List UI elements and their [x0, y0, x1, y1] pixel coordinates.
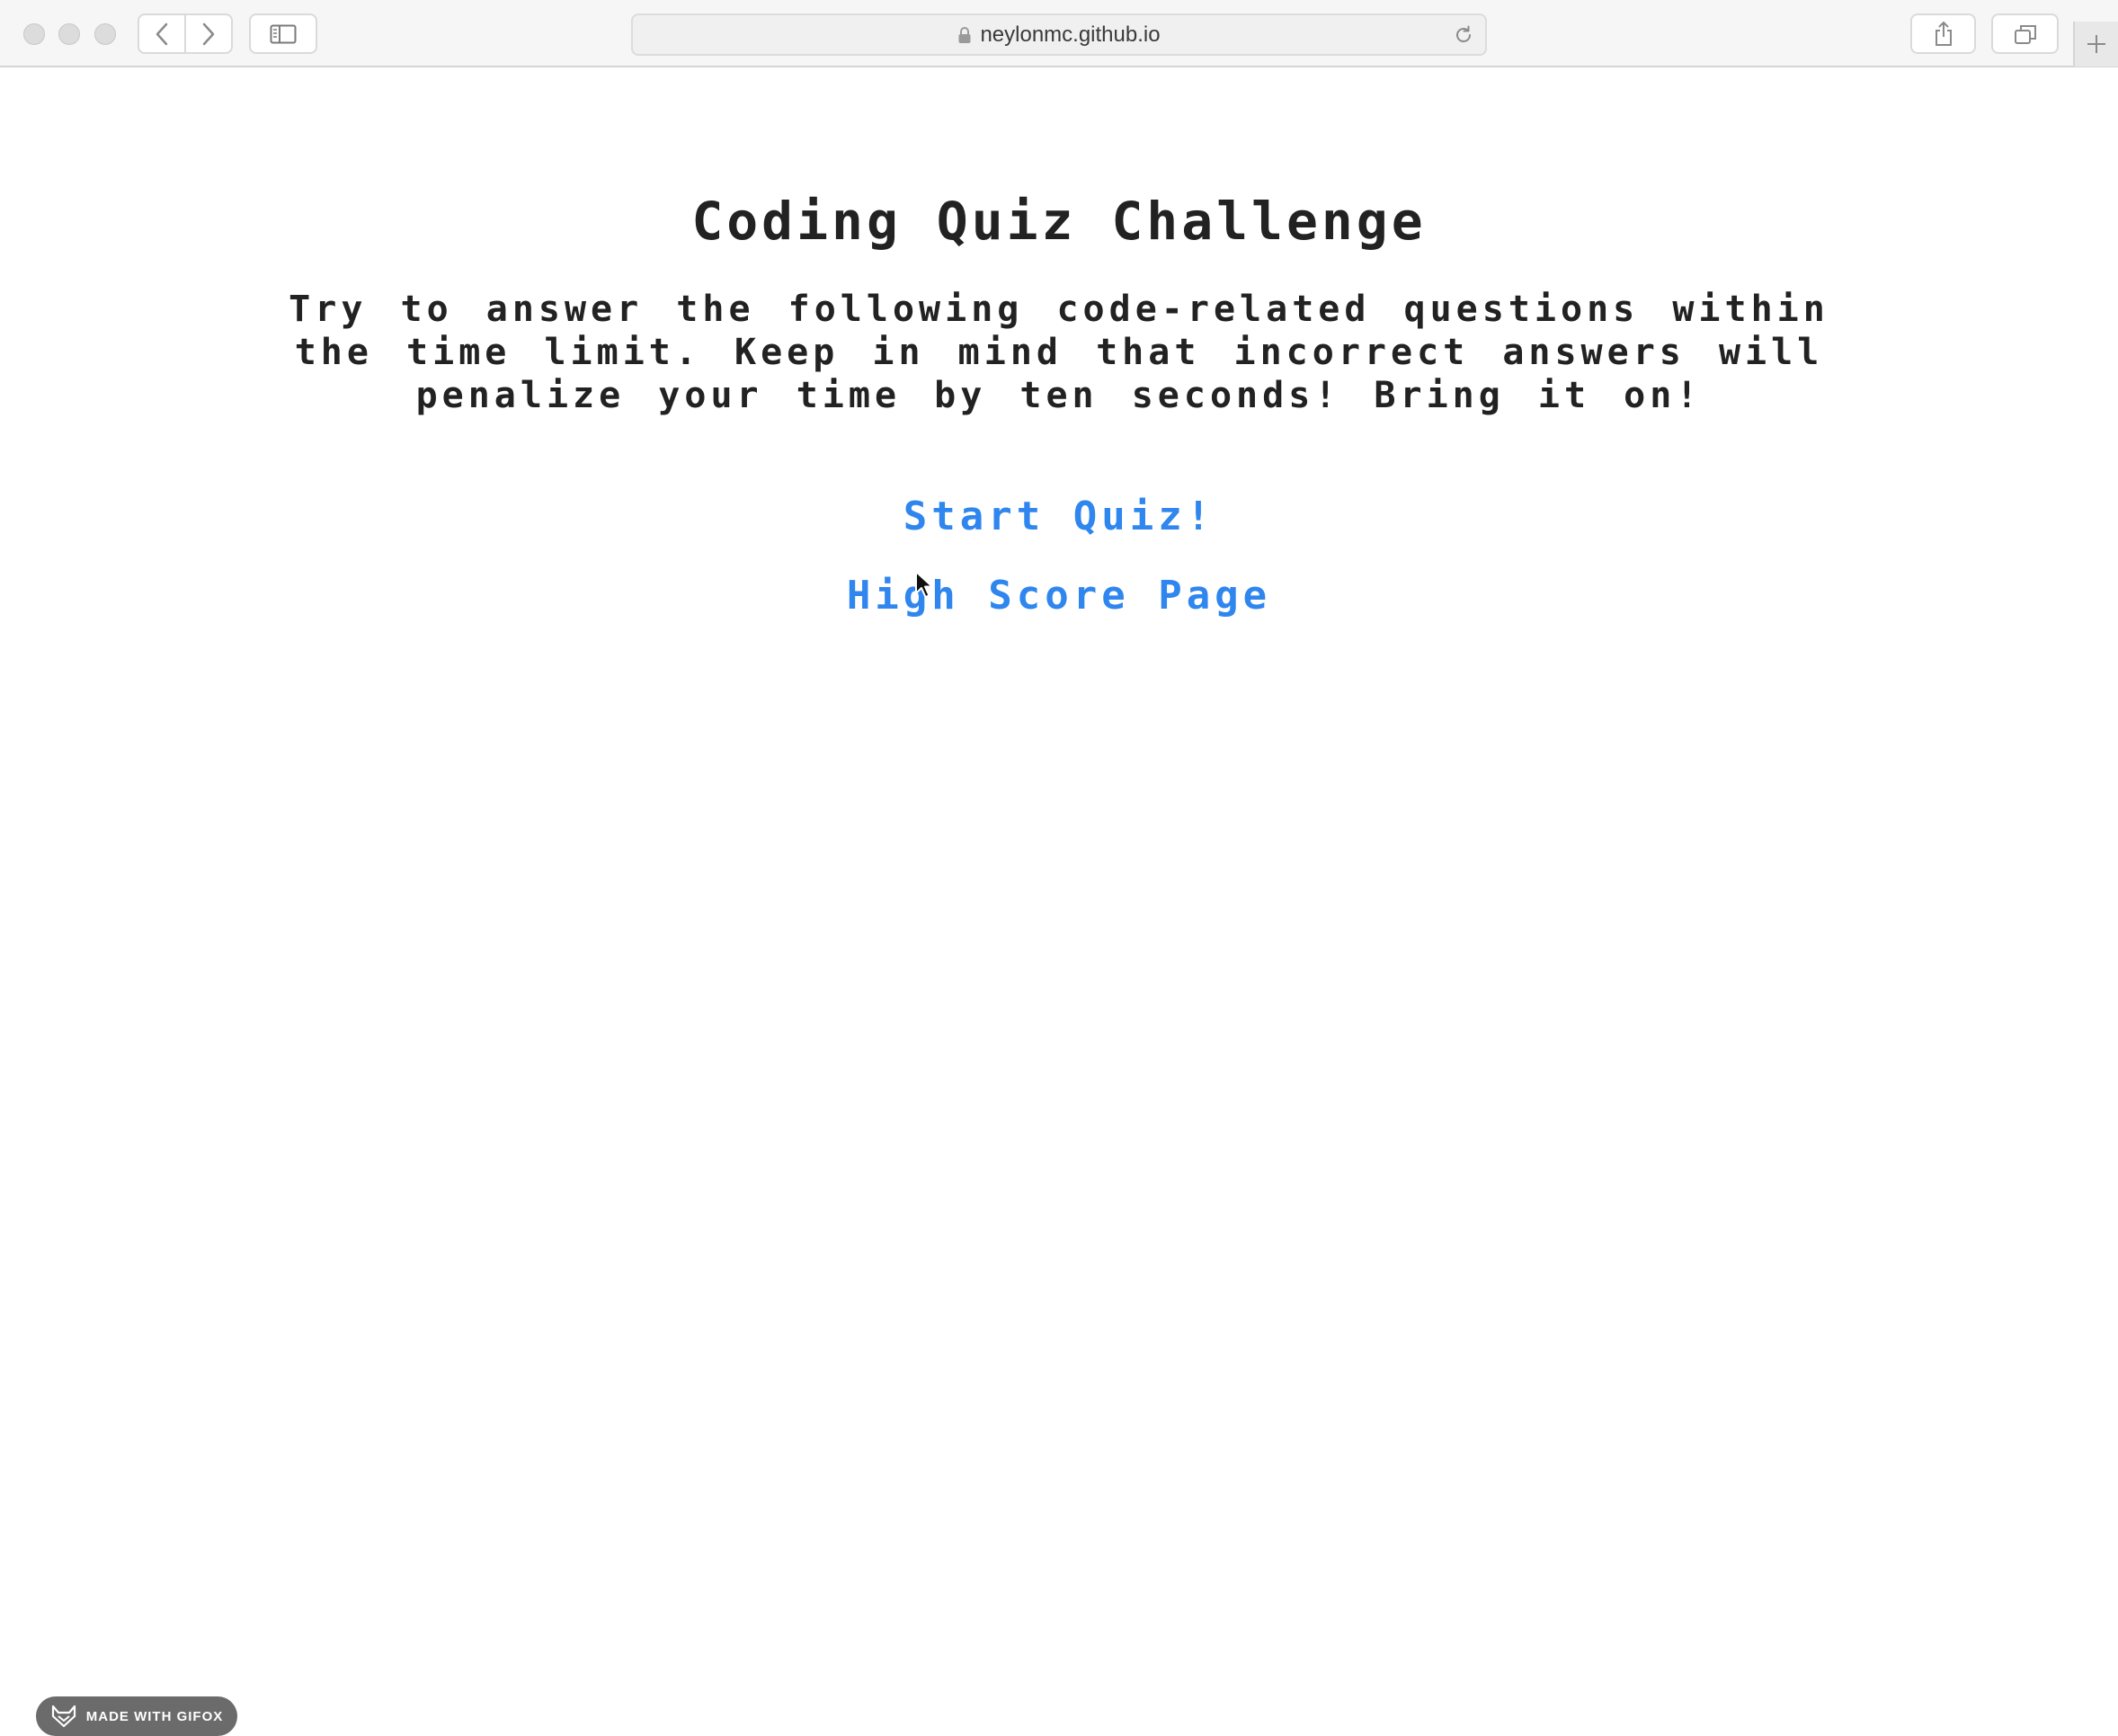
tab-overview-button[interactable] — [1991, 13, 2059, 54]
page-content: Coding Quiz Challenge Try to answer the … — [0, 67, 2118, 1736]
new-tab-button[interactable] — [2073, 22, 2118, 67]
sidebar-icon — [270, 24, 297, 43]
high-score-page-link[interactable]: High Score Page — [0, 571, 2118, 621]
chevron-left-icon — [156, 22, 168, 45]
plus-icon — [2087, 35, 2105, 53]
back-button[interactable] — [139, 15, 184, 52]
address-bar[interactable]: neylonmc.github.io — [631, 13, 1487, 56]
tab-overview-icon — [2014, 24, 2036, 44]
reload-icon — [1456, 25, 1471, 42]
gifox-label: MADE WITH GIFOX — [85, 1708, 224, 1724]
sidebar-toggle-button[interactable] — [249, 13, 317, 54]
chevron-right-icon — [202, 22, 215, 45]
url-text: neylonmc.github.io — [980, 22, 1161, 47]
window-minimize-button[interactable] — [58, 23, 80, 45]
share-icon — [1935, 21, 1952, 46]
start-quiz-link[interactable]: Start Quiz! — [0, 492, 2118, 542]
window-zoom-button[interactable] — [94, 23, 116, 45]
forward-button[interactable] — [184, 15, 231, 52]
browser-toolbar: neylonmc.github.io — [0, 0, 2118, 67]
reload-button[interactable] — [1453, 24, 1474, 50]
address-center: neylonmc.github.io — [633, 15, 1485, 54]
lock-icon — [958, 26, 971, 43]
window-close-button[interactable] — [23, 23, 45, 45]
page-title: Coding Quiz Challenge — [691, 191, 1427, 252]
history-nav-group — [138, 13, 233, 54]
fox-icon — [51, 1705, 76, 1728]
quiz-instructions: Try to answer the following code-related… — [289, 289, 1829, 416]
share-button[interactable] — [1910, 13, 1976, 54]
